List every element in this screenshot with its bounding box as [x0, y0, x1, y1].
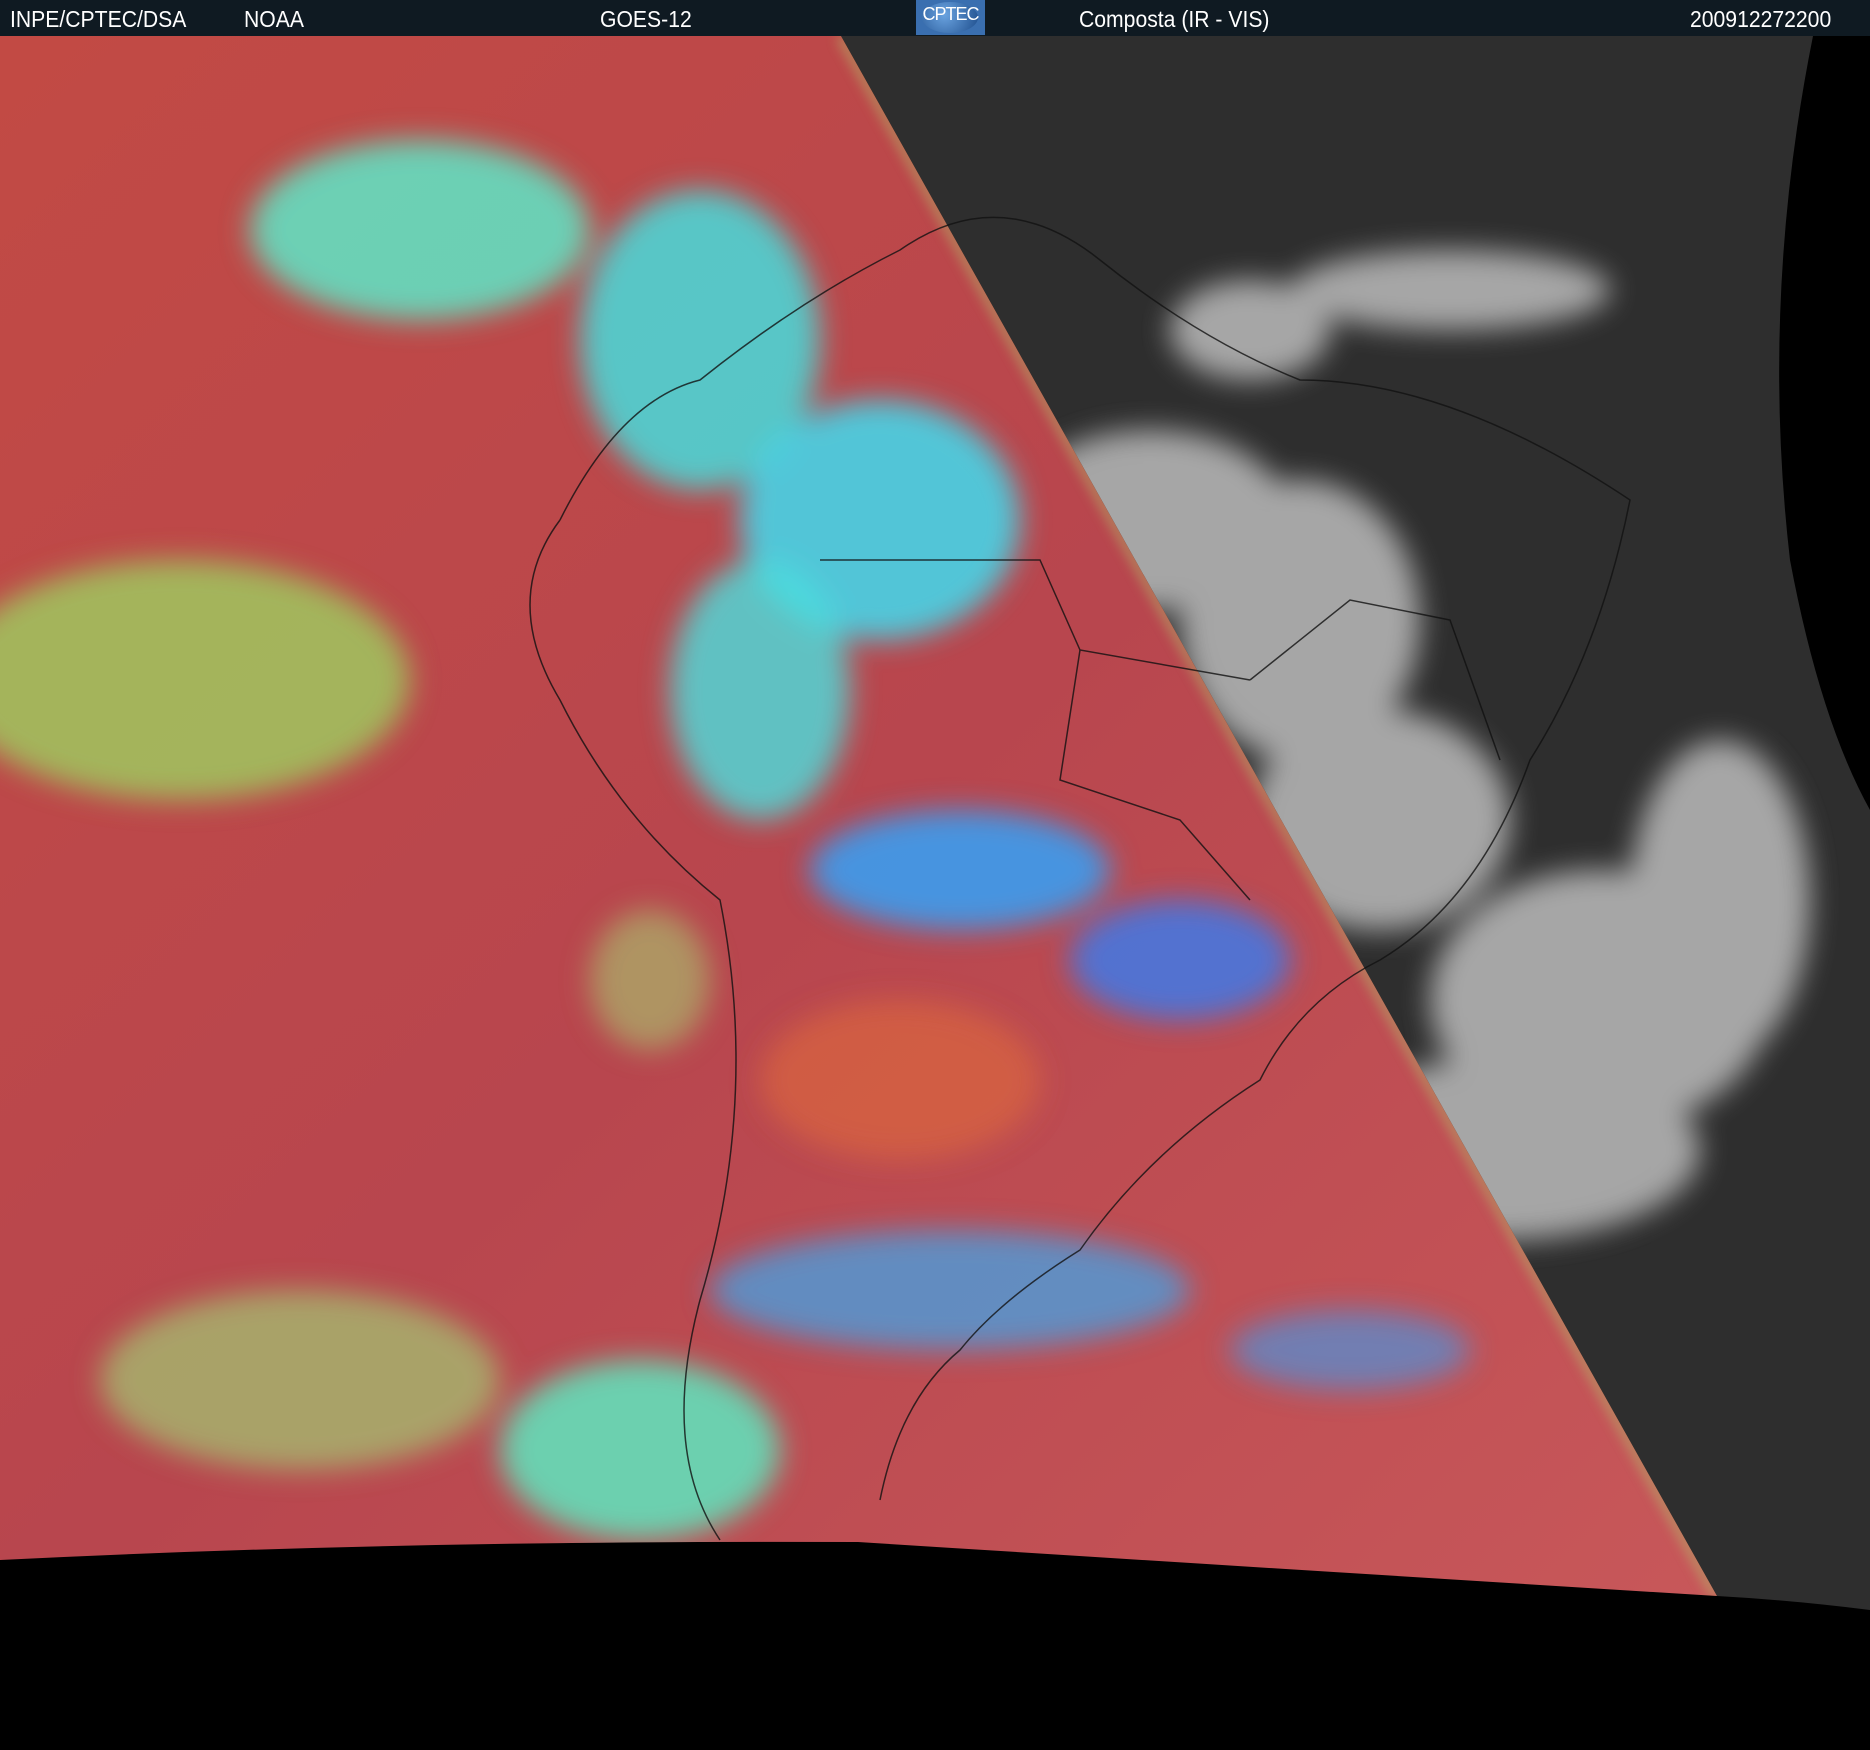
cptec-logo: CPTEC	[916, 0, 985, 35]
agency-label: INPE/CPTEC/DSA	[10, 6, 187, 32]
logo-text: CPTEC	[922, 4, 979, 24]
product-label: Composta (IR - VIS)	[1079, 6, 1270, 32]
satellite-label: GOES-12	[600, 6, 692, 32]
satellite-image	[0, 36, 1870, 1750]
header-bar: INPE/CPTEC/DSA NOAA GOES-12 CPTEC Compos…	[0, 0, 1870, 36]
timestamp-label: 200912272200	[1690, 6, 1832, 32]
source-label: NOAA	[244, 6, 304, 32]
